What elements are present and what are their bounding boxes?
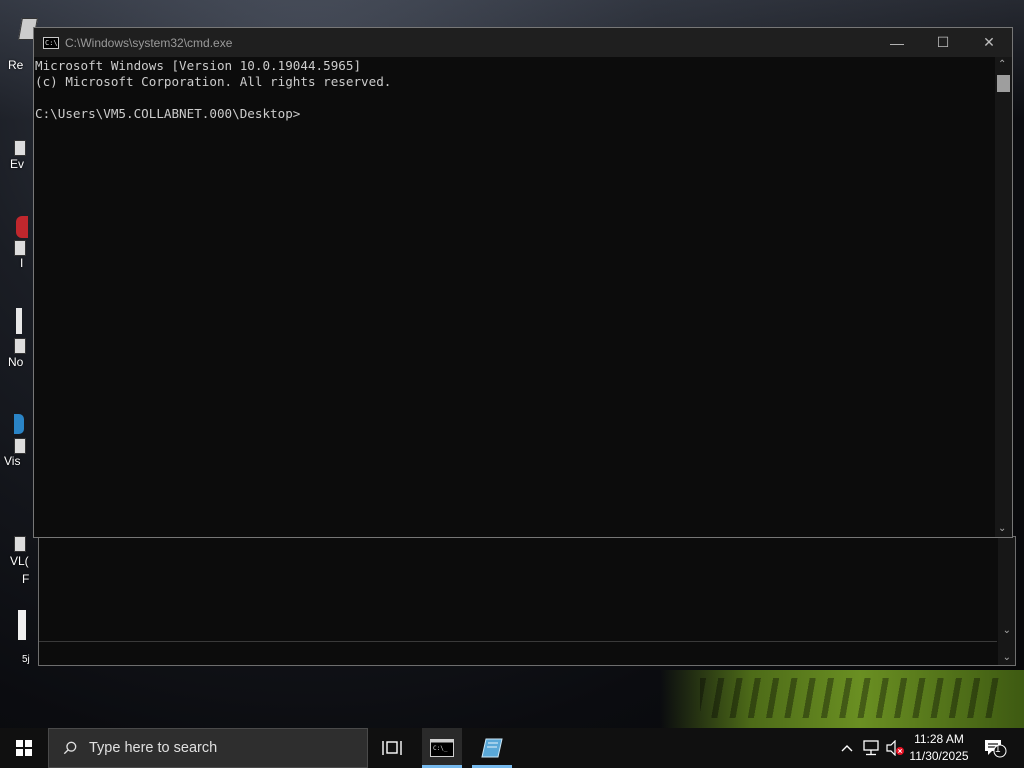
cmd-window[interactable]: C:\ C:\Windows\system32\cmd.exe — ☐ ✕ Mi… (33, 27, 1013, 538)
wallpaper-grass (660, 670, 1024, 728)
desktop-icon-vlc[interactable]: VL( F (0, 536, 34, 586)
desktop-icon-notepad[interactable]: No (0, 308, 34, 369)
scrollbar-thumb[interactable] (997, 75, 1010, 92)
system-clock[interactable]: 11:28 AM 11/30/2025 (904, 728, 974, 768)
vertical-scrollbar[interactable]: ⌃ ⌄ (995, 57, 1012, 537)
desktop-icon-label: 5j (22, 654, 30, 665)
volume-button[interactable] (884, 728, 906, 768)
app-icon (481, 738, 503, 758)
desktop-icon-ev[interactable]: Ev (0, 140, 34, 174)
maximize-button[interactable]: ☐ (920, 28, 966, 57)
chevron-down-icon[interactable]: ⌄ (1003, 652, 1011, 663)
shortcut-icon (14, 240, 26, 256)
console-output[interactable]: Microsoft Windows [Version 10.0.19044.59… (34, 57, 995, 537)
windows-logo-icon (16, 740, 32, 756)
desktop-icon-label: F (22, 572, 30, 586)
title-bar[interactable]: C:\ C:\Windows\system32\cmd.exe — ☐ ✕ (34, 28, 1012, 57)
cmd-icon: C:\ (43, 36, 59, 49)
close-button[interactable]: ✕ (966, 28, 1012, 57)
background-console-window[interactable]: ⌄ ⌄ (38, 536, 1016, 666)
console-line: (c) Microsoft Corporation. All rights re… (35, 74, 392, 89)
action-center-button[interactable]: 1 (980, 728, 1010, 768)
notepad-icon (16, 308, 22, 334)
desktop-icon-label: Re (8, 58, 24, 72)
desktop-icon-label: Vis (4, 454, 21, 468)
task-view-icon (382, 741, 402, 755)
shortcut-icon (14, 338, 26, 354)
desktop-icon-label: I (20, 256, 24, 270)
desktop-icon-label: VL( (10, 554, 29, 568)
volume-muted-icon (886, 740, 904, 756)
shortcut-icon (14, 140, 26, 156)
show-hidden-icons-button[interactable] (838, 728, 856, 768)
desktop-icon-recycle-bin[interactable]: Re (0, 14, 38, 74)
desktop-icon-label: Ev (10, 157, 25, 171)
shortcut-icon (14, 536, 26, 552)
svg-text:C:\_: C:\_ (433, 745, 448, 752)
shortcut-icon (14, 438, 26, 454)
taskbar-app-button[interactable] (472, 728, 512, 768)
chevron-down-icon[interactable]: ⌄ (1003, 625, 1011, 636)
taskbar-cmd-button[interactable]: C:\_ (422, 728, 462, 768)
visual-studio-icon (14, 414, 24, 434)
task-view-button[interactable] (372, 728, 412, 768)
network-icon (863, 740, 879, 756)
app-red-icon (16, 216, 28, 238)
search-icon (63, 741, 77, 755)
chevron-up-icon[interactable]: ⌃ (998, 59, 1006, 70)
chevron-up-icon (841, 745, 853, 752)
console-line: Microsoft Windows [Version 10.0.19044.59… (35, 58, 362, 73)
desktop-icon-file[interactable]: 5j (0, 606, 34, 668)
clock-date: 11/30/2025 (909, 749, 969, 763)
file-icon (18, 610, 26, 640)
console-prompt[interactable]: C:\Users\VM5.COLLABNET.000\Desktop> (35, 106, 995, 122)
maximize-icon: ☐ (936, 34, 950, 50)
close-icon: ✕ (983, 34, 995, 50)
start-button[interactable] (0, 728, 48, 768)
cmd-icon: C:\_ (430, 739, 454, 757)
clock-time: 11:28 AM (914, 732, 964, 746)
minimize-icon: — (890, 34, 904, 51)
network-button[interactable] (860, 728, 882, 768)
desktop-icon-app[interactable]: I (0, 216, 34, 272)
search-placeholder: Type here to search (89, 740, 218, 756)
taskbar: Type here to search C:\_ 11:28 AM 11/30/… (0, 728, 1024, 768)
window-title: C:\Windows\system32\cmd.exe (65, 35, 233, 50)
desktop-icon-label: No (8, 355, 24, 369)
background-scrollbar[interactable]: ⌄ ⌄ (998, 537, 1015, 665)
notification-count: 1 (995, 744, 1001, 755)
chevron-down-icon[interactable]: ⌄ (998, 523, 1006, 534)
taskbar-search-box[interactable]: Type here to search (48, 728, 368, 768)
minimize-button[interactable]: — (874, 28, 920, 57)
desktop-icon-visual-studio[interactable]: Vis (0, 414, 34, 470)
